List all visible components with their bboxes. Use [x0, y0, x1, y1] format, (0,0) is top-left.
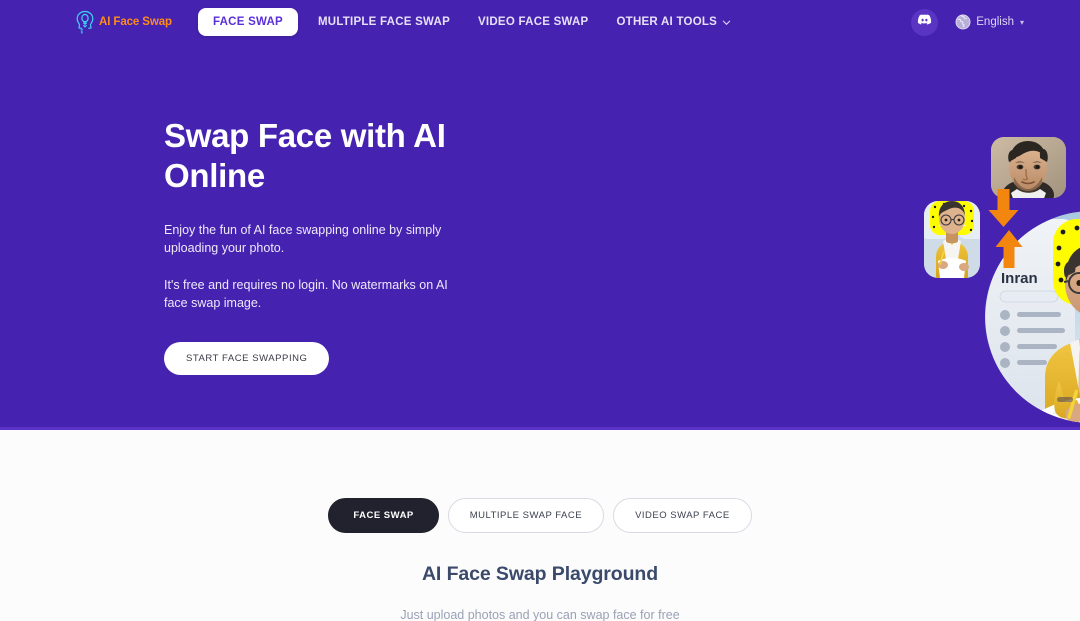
page-title: Swap Face with AI Online: [164, 117, 446, 195]
head-lightbulb-icon: [74, 10, 96, 34]
hero-copy: Swap Face with AI Online Enjoy the fun o…: [0, 44, 520, 394]
playground-title: AI Face Swap Playground: [421, 563, 659, 585]
nav-item-label: OTHER AI TOOLS: [616, 16, 718, 28]
nav-item-multiple-face-swap[interactable]: MULTIPLE FACE SWAP: [304, 7, 464, 37]
language-label: English: [976, 16, 1014, 28]
tab-video-swap-face[interactable]: VIDEO SWAP FACE: [613, 498, 752, 533]
nav-item-video-face-swap[interactable]: VIDEO FACE SWAP: [464, 7, 602, 37]
hero-bottom-divider: [0, 427, 1080, 430]
main-navbar: AI Face Swap FACE SWAP MULTIPLE FACE SWA…: [0, 0, 1080, 44]
svg-text:Inran: Inran: [1001, 270, 1038, 287]
nav-item-label: FACE SWAP: [212, 16, 283, 28]
nav-item-other-ai-tools[interactable]: OTHER AI TOOLS: [602, 7, 745, 37]
discord-link[interactable]: [911, 8, 939, 36]
target-photo-thumbnail: [924, 201, 980, 278]
hero-section: AI Face Swap FACE SWAP MULTIPLE FACE SWA…: [0, 0, 1080, 430]
logo-text: AI Face Swap: [99, 16, 172, 28]
playground-tabs: FACE SWAP MULTIPLE SWAP FACE VIDEO SWAP …: [0, 498, 1080, 533]
arrow-right-icon: [994, 230, 1024, 268]
nav-item-label: VIDEO FACE SWAP: [478, 16, 589, 28]
hero-paragraph-2: It's free and requires no login. No wate…: [164, 277, 448, 311]
tab-multiple-swap-face[interactable]: MULTIPLE SWAP FACE: [447, 498, 605, 533]
nav-item-face-swap[interactable]: FACE SWAP: [197, 8, 298, 36]
globe-icon: [955, 14, 971, 30]
playground-section: FACE SWAP MULTIPLE SWAP FACE VIDEO SWAP …: [0, 430, 1080, 621]
start-face-swapping-button[interactable]: START FACE SWAPPING: [164, 341, 330, 375]
playground-subtitle: Just upload photos and you can swap face…: [400, 608, 680, 621]
tab-face-swap[interactable]: FACE SWAP: [328, 498, 439, 533]
site-logo[interactable]: AI Face Swap: [74, 10, 172, 34]
hero-illustration: Inran: [520, 44, 1080, 423]
nav-links: FACE SWAP MULTIPLE FACE SWAP VIDEO FACE …: [197, 7, 745, 37]
nav-right-actions: English ▾: [911, 8, 1024, 36]
arrow-down-icon: [987, 189, 1020, 227]
chevron-down-icon: ▾: [1019, 17, 1024, 27]
language-selector[interactable]: English ▾: [955, 14, 1024, 30]
discord-icon: [917, 12, 932, 32]
chevron-down-icon: [722, 18, 731, 27]
nav-item-label: MULTIPLE FACE SWAP: [317, 16, 451, 28]
hero-paragraph-1: Enjoy the fun of AI face swapping online…: [164, 222, 442, 256]
hero-body: Swap Face with AI Online Enjoy the fun o…: [0, 44, 1080, 423]
